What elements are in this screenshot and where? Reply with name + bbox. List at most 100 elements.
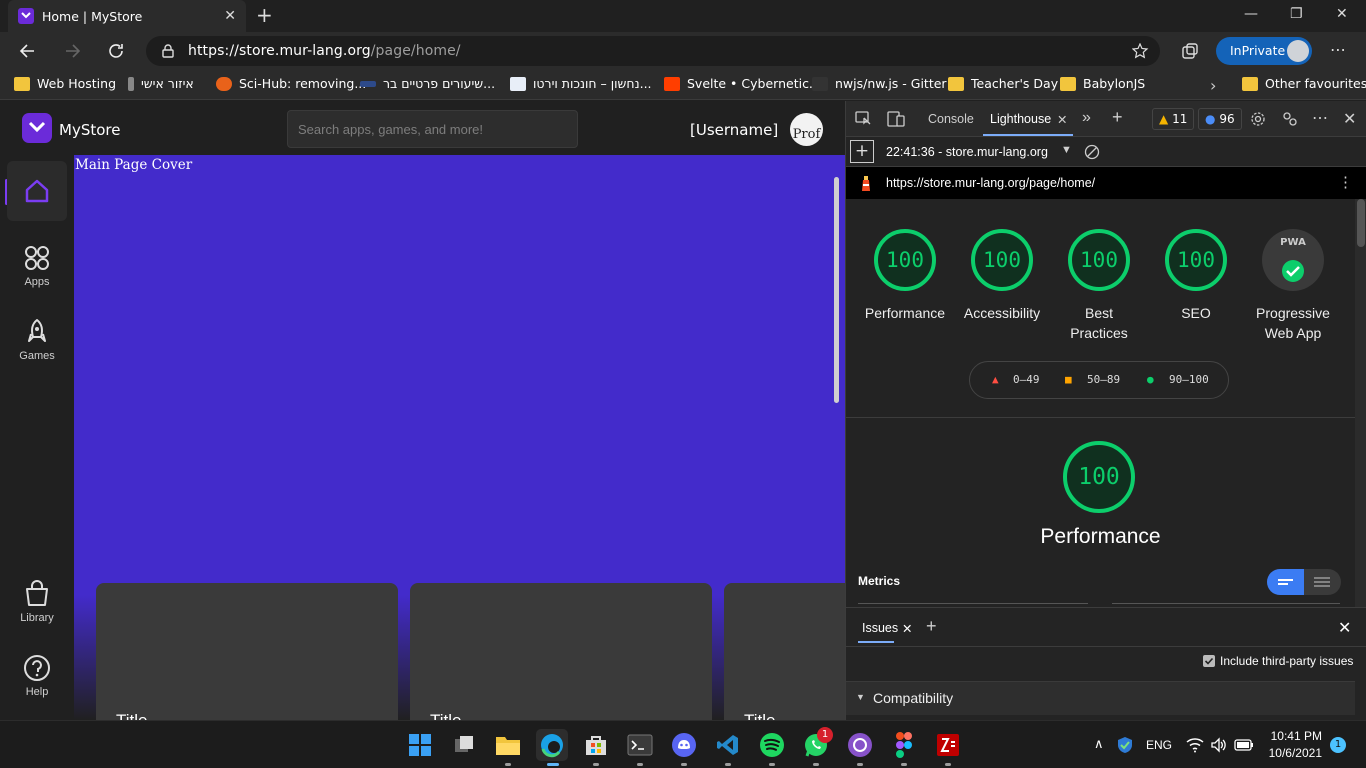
close-issues-icon[interactable]: ✕ <box>902 621 912 636</box>
close-drawer-icon[interactable]: ✕ <box>1338 618 1351 638</box>
accessibility-gauge[interactable]: 100 <box>969 227 1035 293</box>
bookmark-item[interactable]: Sci-Hub: removing... <box>216 76 366 91</box>
bookmark-item[interactable]: איזור אישי <box>128 76 194 91</box>
inprivate-badge[interactable]: InPrivate <box>1216 37 1312 65</box>
filezilla-button[interactable] <box>932 729 964 761</box>
report-menu-icon[interactable]: ⋮ <box>1338 173 1353 191</box>
settings-gear-icon[interactable] <box>1250 111 1266 127</box>
github-desktop-button[interactable] <box>844 729 876 761</box>
start-button[interactable] <box>404 729 436 761</box>
clock[interactable]: 10:41 PM 10/6/2021 <box>1262 729 1322 760</box>
running-indicator <box>813 763 819 766</box>
task-view-button[interactable] <box>448 729 480 761</box>
seo-gauge[interactable]: 100 <box>1163 227 1229 293</box>
close-lighthouse-tab-icon[interactable]: ✕ <box>1057 112 1067 127</box>
username[interactable]: [Username] <box>690 121 778 139</box>
browser-menu-icon[interactable]: ⋯ <box>1330 40 1346 59</box>
language-indicator[interactable]: ENG <box>1146 738 1172 752</box>
close-devtools-icon[interactable]: ✕ <box>1343 109 1356 129</box>
clear-report-icon[interactable] <box>1084 144 1100 160</box>
lock-icon[interactable] <box>160 43 176 59</box>
new-report-button[interactable]: + <box>850 140 874 163</box>
chevron-right-icon[interactable]: › <box>1210 76 1216 95</box>
warnings-badge[interactable]: ▲ 11 <box>1152 108 1195 130</box>
sidebar-item-games[interactable]: Games <box>7 309 67 369</box>
sidebar-item-home[interactable] <box>7 161 67 221</box>
bookmark-item[interactable]: Web Hosting <box>14 76 116 91</box>
tab-console[interactable]: Console <box>928 112 974 126</box>
bookmark-item[interactable]: Teacher's Day <box>948 76 1058 91</box>
url-bar[interactable]: https://store.mur-lang.org/page/home/ <box>146 36 1160 66</box>
compatibility-section[interactable]: ▼ Compatibility <box>846 681 1355 715</box>
scroll-thumb[interactable] <box>1357 199 1365 247</box>
minimize-button[interactable]: — <box>1244 6 1258 22</box>
bookmark-item[interactable]: נחשון – חונכות וירטו... <box>510 76 652 91</box>
customize-icon[interactable] <box>1282 111 1298 127</box>
featured-card[interactable]: Title <box>96 583 398 720</box>
file-explorer-button[interactable] <box>492 729 524 761</box>
performance-gauge[interactable]: 100 <box>872 227 938 293</box>
page-scrollbar[interactable] <box>834 177 839 403</box>
wifi-icon[interactable] <box>1186 737 1204 753</box>
discord-button[interactable] <box>668 729 700 761</box>
whatsapp-button[interactable]: 1 <box>800 727 833 761</box>
gauge-score: 100 <box>1080 248 1118 272</box>
devtools-menu-icon[interactable]: ⋯ <box>1312 108 1328 128</box>
messages-badge[interactable]: ● 96 <box>1198 108 1242 130</box>
inspect-icon[interactable] <box>855 111 873 127</box>
device-toggle-icon[interactable] <box>887 111 905 127</box>
add-tab-icon[interactable]: + <box>1112 107 1123 128</box>
devtools-scrollbar[interactable] <box>1355 199 1366 607</box>
toggle-compact[interactable] <box>1267 569 1304 595</box>
featured-card[interactable]: Title <box>724 583 845 720</box>
vscode-button[interactable] <box>712 729 744 761</box>
bookmark-item[interactable]: Svelte • Cybernetic... <box>664 76 821 91</box>
forward-icon[interactable] <box>62 41 82 61</box>
back-icon[interactable] <box>18 41 38 61</box>
pwa-badge-gauge[interactable]: PWA <box>1260 227 1326 293</box>
profile-picture[interactable]: Prof <box>790 113 823 146</box>
report-selector[interactable]: 22:41:36 - store.mur-lang.org <box>886 145 1048 159</box>
bookmark-item[interactable]: שיעורים פרטיים בר... <box>360 76 495 91</box>
search-input[interactable] <box>288 111 577 147</box>
collections-icon[interactable] <box>1180 41 1200 61</box>
battery-icon[interactable] <box>1234 738 1254 752</box>
sidebar-item-help[interactable]: Help <box>7 645 67 705</box>
security-shield-icon[interactable] <box>1116 736 1134 754</box>
third-party-checkbox-row[interactable]: Include third-party issues <box>1203 654 1353 668</box>
mystore-logo-icon[interactable] <box>22 113 52 143</box>
close-tab-icon[interactable]: ✕ <box>224 8 236 24</box>
featured-card[interactable]: Title <box>410 583 712 720</box>
bookmark-item[interactable]: BabylonJS <box>1060 76 1145 91</box>
metrics-view-toggle[interactable] <box>1267 569 1341 595</box>
close-window-button[interactable]: ✕ <box>1336 6 1348 22</box>
maximize-button[interactable]: ❐ <box>1290 6 1303 22</box>
bookmark-item[interactable]: nwjs/nw.js - Gitter <box>812 76 947 91</box>
edge-button[interactable] <box>536 729 568 761</box>
other-favourites[interactable]: Other favourites <box>1242 76 1366 91</box>
sidebar-item-library[interactable]: Library <box>7 571 67 631</box>
running-indicator <box>681 763 687 766</box>
more-tabs-icon[interactable]: » <box>1082 109 1091 127</box>
dropdown-caret-icon[interactable]: ▼ <box>1061 144 1072 156</box>
tray-overflow-icon[interactable]: ∧ <box>1094 736 1104 752</box>
best-practices-gauge[interactable]: 100 <box>1066 227 1132 293</box>
refresh-icon[interactable] <box>106 41 126 61</box>
notification-count-badge[interactable]: 1 <box>1330 737 1346 753</box>
tab-lighthouse[interactable]: Lighthouse <box>990 112 1051 126</box>
store-button[interactable] <box>580 729 612 761</box>
toggle-expanded-icon[interactable] <box>1304 569 1341 595</box>
browser-tab[interactable]: Home | MyStore ✕ <box>8 0 246 32</box>
add-drawer-tab-icon[interactable]: + <box>926 616 937 637</box>
volume-icon[interactable] <box>1210 737 1228 753</box>
search-box[interactable] <box>287 110 578 148</box>
checkbox-checked-icon[interactable] <box>1203 655 1215 667</box>
new-tab-button[interactable]: + <box>256 5 273 25</box>
tab-issues[interactable]: Issues <box>862 621 898 635</box>
figma-button[interactable] <box>888 729 920 761</box>
report-url[interactable]: https://store.mur-lang.org/page/home/ <box>886 176 1095 190</box>
terminal-button[interactable] <box>624 729 656 761</box>
spotify-button[interactable] <box>756 729 788 761</box>
favorite-star-icon[interactable] <box>1132 43 1150 59</box>
sidebar-item-apps[interactable]: Apps <box>7 235 67 295</box>
